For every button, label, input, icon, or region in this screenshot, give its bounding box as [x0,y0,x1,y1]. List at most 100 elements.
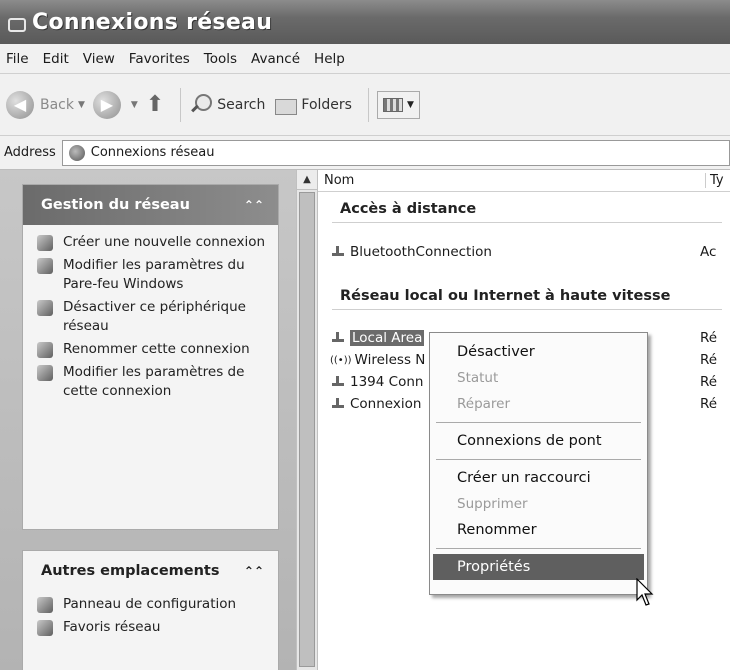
firewall-icon [37,258,53,274]
address-input[interactable]: Connexions réseau [61,139,730,166]
connection-type: Ré [700,374,718,390]
rename-icon [37,342,53,358]
connection-item-connexion[interactable]: Connexion [330,396,421,412]
task-disable-device[interactable]: Désactiver ce périphérique réseau [37,298,268,336]
place-network-places[interactable]: Favoris réseau [37,618,268,637]
task-rename-connection[interactable]: Renommer cette connexion [37,340,268,359]
menu-edit[interactable]: Edit [43,51,69,67]
task-label: Créer une nouvelle connexion [63,234,266,250]
lan-connection-icon [330,397,346,411]
network-places-icon [37,620,53,636]
back-arrow-icon: ◀ [6,90,34,119]
back-dropdown-icon[interactable]: ▼ [78,100,85,110]
other-places-panel: Autres emplacements ⌃⌃ Panneau de config… [22,550,279,670]
connection-item-1394[interactable]: 1394 Conn [330,374,423,390]
edit-settings-icon [37,365,53,381]
wireless-connection-icon: ((•)) [330,354,352,366]
toolbar: ◀ Back ▼ ▶ ▼ ⬆ Search Folders ▼ [0,74,730,136]
menu-favorites[interactable]: Favorites [129,51,190,67]
place-control-panel[interactable]: Panneau de configuration [37,595,268,614]
scroll-thumb[interactable] [299,192,315,667]
other-places-title: Autres emplacements [41,563,220,579]
forward-dropdown-icon[interactable]: ▼ [131,100,138,110]
lan-connection-icon [330,331,346,345]
group-divider [332,309,722,310]
lan-connection-icon [330,375,346,389]
scroll-up-icon[interactable]: ▲ [297,170,317,190]
menu-advanced[interactable]: Avancé [251,51,300,67]
connection-name: 1394 Conn [350,374,424,390]
menu-item-create-shortcut[interactable]: Créer un raccourci [430,465,647,491]
connection-name: Wireless N [354,352,426,368]
back-label: Back [40,96,74,113]
menu-item-status[interactable]: Statut [430,365,647,391]
address-bar: Address Connexions réseau [0,136,730,170]
bluetooth-connection-icon [330,245,346,259]
task-firewall-settings[interactable]: Modifier les paramètres du Pare-feu Wind… [37,256,268,294]
network-tasks-panel: Gestion du réseau ⌃⌃ Créer une nouvelle … [22,184,279,530]
connection-name: Local Area [350,330,425,346]
task-label: Renommer cette connexion [63,341,250,357]
menu-help[interactable]: Help [314,51,345,67]
context-menu: Désactiver Statut Réparer Connexions de … [429,332,648,595]
menu-file[interactable]: File [6,51,29,67]
place-label: Panneau de configuration [63,596,237,612]
menu-item-rename[interactable]: Renommer [430,517,647,543]
control-panel-icon [37,597,53,613]
connection-name: BluetoothConnection [350,244,492,260]
menu-item-delete[interactable]: Supprimer [430,491,647,517]
forward-arrow-icon: ▶ [92,90,121,119]
views-button[interactable]: ▼ [376,90,420,119]
connection-type: Ré [700,396,718,412]
address-value: Connexions réseau [90,145,215,160]
title-bar[interactable]: Connexions réseau [0,0,730,44]
task-label: Désactiver ce périphérique réseau [63,299,246,334]
task-create-connection[interactable]: Créer une nouvelle connexion [37,233,268,252]
menu-bar: File Edit View Favorites Tools Avancé He… [0,44,730,74]
task-label: Modifier les paramètres du Pare-feu Wind… [63,257,245,292]
address-label: Address [4,145,56,160]
forward-button[interactable]: ▶ ▼ [92,90,138,119]
collapse-icon[interactable]: ⌃⌃ [244,564,264,578]
column-name[interactable]: Nom [318,173,706,188]
column-type[interactable]: Ty [706,173,724,188]
task-edit-settings[interactable]: Modifier les paramètres de cette connexi… [37,363,268,401]
menu-view[interactable]: View [83,51,115,67]
menu-item-properties[interactable]: Propriétés [433,554,644,580]
search-icon [189,93,213,117]
menu-item-bridge[interactable]: Connexions de pont [430,428,647,454]
group-divider [332,222,722,223]
folders-label: Folders [301,96,352,113]
new-connection-icon [37,235,53,251]
back-button[interactable]: ◀ Back ▼ [6,90,85,119]
connection-type: Ac [700,244,717,260]
connection-item-bluetooth[interactable]: BluetoothConnection [330,244,492,260]
folders-button[interactable]: Folders [273,95,352,115]
place-label: Favoris réseau [63,619,161,635]
search-button[interactable]: Search [189,93,265,117]
search-label: Search [217,96,266,113]
connection-item-local-area[interactable]: Local Area [330,330,425,346]
menu-item-disable[interactable]: Désactiver [430,339,647,365]
views-dropdown-icon: ▼ [406,99,414,110]
network-tasks-title: Gestion du réseau [41,197,190,213]
column-header-row: Nom Ty [318,170,730,192]
group-header: Accès à distance [340,201,477,217]
menu-separator [436,548,641,549]
menu-separator [436,459,641,460]
menu-separator [436,422,641,423]
toolbar-separator [367,87,369,122]
up-folder-icon: ⬆ [145,92,165,117]
other-places-header[interactable]: Autres emplacements ⌃⌃ [23,551,278,591]
up-folder-button[interactable]: ⬆ [146,92,164,117]
network-tasks-header[interactable]: Gestion du réseau ⌃⌃ [23,185,278,225]
menu-item-repair[interactable]: Réparer [430,391,647,417]
connection-item-wireless[interactable]: ((•)) Wireless N [330,352,425,368]
menu-tools[interactable]: Tools [204,51,237,67]
group-header: Réseau local ou Internet à haute vitesse [340,288,671,304]
network-connections-icon [68,144,85,161]
connection-name: Connexion [350,396,422,412]
disable-device-icon [37,300,53,316]
task-pane-scrollbar[interactable]: ▲ [296,170,318,670]
collapse-icon[interactable]: ⌃⌃ [244,198,264,212]
